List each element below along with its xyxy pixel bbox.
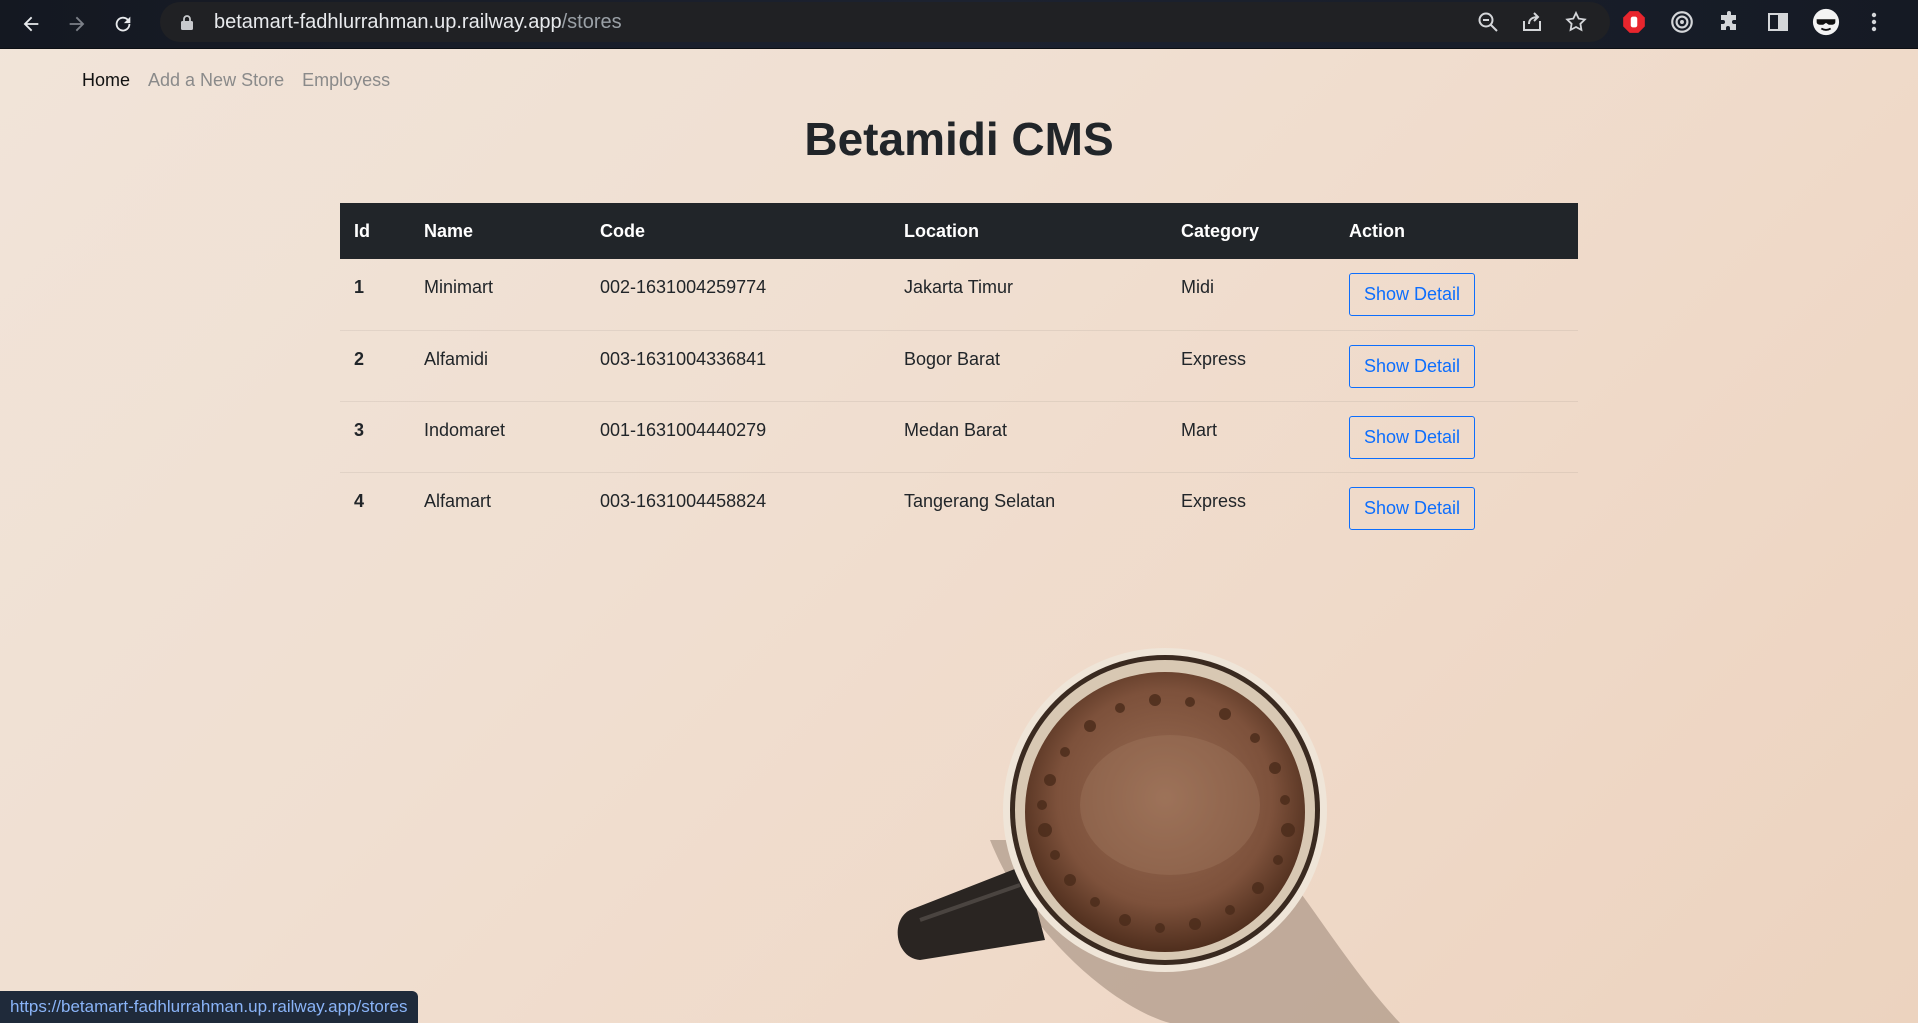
table-row: 4 Alfamart 003-1631004458824 Tangerang S… xyxy=(340,472,1578,543)
cell-action: Show Detail xyxy=(1335,259,1578,330)
cell-action: Show Detail xyxy=(1335,472,1578,543)
browser-toolbar: betamart-fadhlurrahman.up.railway.app/st… xyxy=(0,0,1918,49)
header-name: Name xyxy=(424,220,474,241)
cell-location: Bogor Barat xyxy=(904,348,1001,369)
site-nav: Home Add a New Store Employess xyxy=(82,70,390,91)
bookmark-star-icon[interactable] xyxy=(1564,10,1588,34)
cell-category: Express xyxy=(1181,348,1247,369)
show-detail-button[interactable]: Show Detail xyxy=(1349,486,1476,530)
cell-id: 2 xyxy=(354,348,365,369)
cell-code: 003-1631004336841 xyxy=(600,348,767,369)
show-detail-button[interactable]: Show Detail xyxy=(1349,344,1476,388)
coffee-cup-background-image xyxy=(897,648,1400,1023)
cell-id: 1 xyxy=(354,277,365,297)
cell-action: Show Detail xyxy=(1335,401,1578,472)
zoom-icon[interactable] xyxy=(1476,10,1500,34)
header-code: Code xyxy=(600,220,645,241)
back-icon[interactable] xyxy=(16,9,46,39)
cell-name: Alfamart xyxy=(424,490,492,511)
cell-location: Medan Barat xyxy=(904,419,1008,440)
url-path: /stores xyxy=(561,10,622,33)
status-bar-url: https://betamart-fadhlurrahman.up.railwa… xyxy=(0,991,418,1023)
header-category: Category xyxy=(1181,220,1260,241)
more-menu-icon[interactable] xyxy=(1860,8,1888,36)
nav-employees-link[interactable]: Employess xyxy=(302,70,390,91)
puzzle-extensions-icon[interactable] xyxy=(1716,8,1744,36)
cell-code: 003-1631004458824 xyxy=(600,490,767,511)
cell-category: Express xyxy=(1181,490,1247,511)
stores-table: Id Name Code Location Category Action 1 … xyxy=(340,203,1578,543)
cell-name: Indomaret xyxy=(424,419,506,440)
cell-code: 001-1631004440279 xyxy=(600,419,767,440)
header-id: Id xyxy=(354,220,370,241)
page-title: Betamidi CMS xyxy=(804,113,1114,165)
cell-action: Show Detail xyxy=(1335,330,1578,401)
table-header-row: Id Name Code Location Category Action xyxy=(340,203,1578,259)
cell-id: 4 xyxy=(354,490,365,511)
cell-location: Tangerang Selatan xyxy=(904,490,1056,511)
table-row: 2 Alfamidi 003-1631004336841 Bogor Barat… xyxy=(340,330,1578,401)
cell-category: Mart xyxy=(1181,419,1217,440)
address-bar[interactable]: betamart-fadhlurrahman.up.railway.app/st… xyxy=(160,2,1610,42)
cell-category: Midi xyxy=(1181,277,1215,297)
header-location: Location xyxy=(904,220,979,241)
side-panel-icon[interactable] xyxy=(1764,8,1792,36)
forward-icon[interactable] xyxy=(62,9,92,39)
profile-avatar-icon[interactable] xyxy=(1812,8,1840,36)
target-extension-icon[interactable] xyxy=(1668,8,1696,36)
table-row: 3 Indomaret 001-1631004440279 Medan Bara… xyxy=(340,401,1578,472)
adblock-icon[interactable] xyxy=(1620,8,1648,36)
show-detail-button[interactable]: Show Detail xyxy=(1349,415,1476,459)
cell-name: Alfamidi xyxy=(424,348,489,369)
nav-add-store-link[interactable]: Add a New Store xyxy=(148,70,284,91)
share-icon[interactable] xyxy=(1520,10,1544,34)
cell-name: Minimart xyxy=(424,277,494,297)
show-detail-button[interactable]: Show Detail xyxy=(1349,273,1476,316)
table-row: 1 Minimart 002-1631004259774 Jakarta Tim… xyxy=(340,259,1578,330)
cell-location: Jakarta Timur xyxy=(904,277,1014,297)
extensions-area xyxy=(1620,0,1888,44)
header-action: Action xyxy=(1349,220,1405,241)
nav-home-link[interactable]: Home xyxy=(82,70,130,91)
reload-icon[interactable] xyxy=(108,9,138,39)
cell-code: 002-1631004259774 xyxy=(600,277,767,297)
url-host: betamart-fadhlurrahman.up.railway.app xyxy=(214,10,562,33)
cell-id: 3 xyxy=(354,419,365,440)
lock-icon[interactable] xyxy=(180,14,194,30)
